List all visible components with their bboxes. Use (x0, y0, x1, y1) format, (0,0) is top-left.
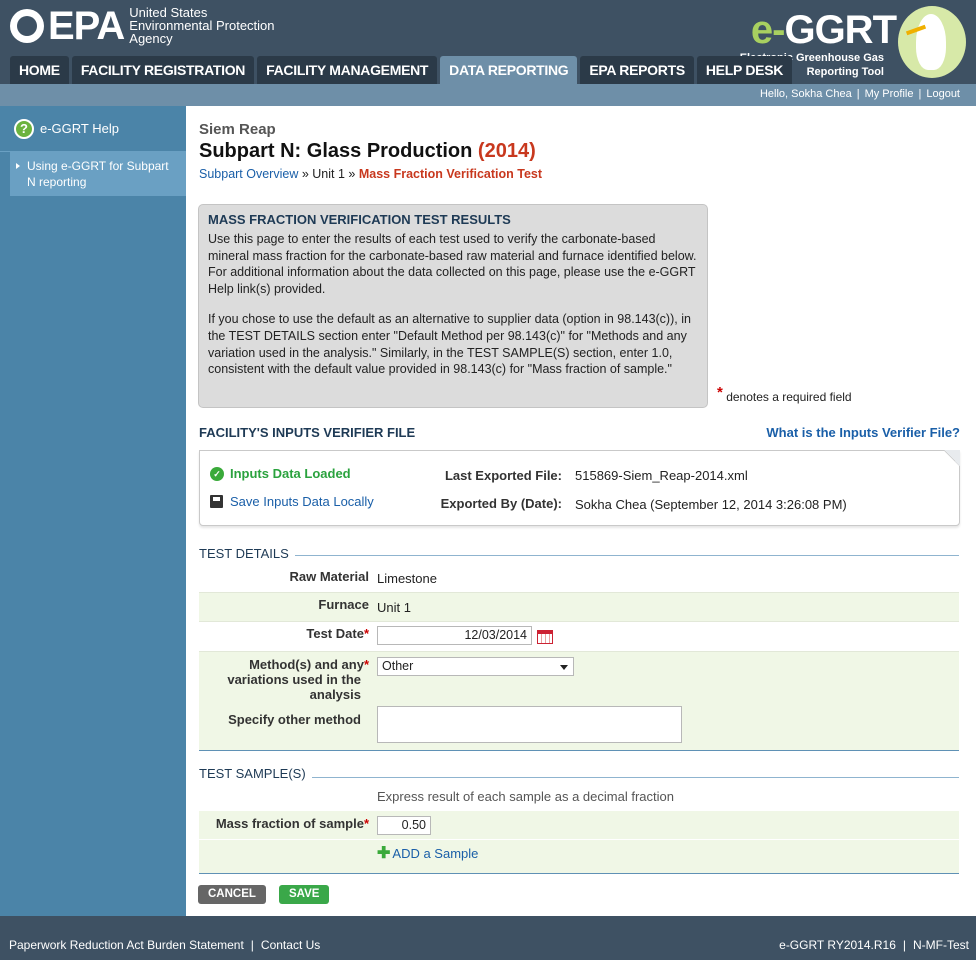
specify-other-method-label: Specify other method (228, 712, 361, 727)
verifier-section-title: FACILITY'S INPUTS VERIFIER FILE (199, 425, 416, 440)
epa-agency-name: United States Environmental Protection A… (129, 5, 275, 46)
test-date-row: Test Date* 12/03/2014 (199, 622, 959, 651)
help-label: e-GGRT Help (40, 121, 119, 136)
mass-fraction-input[interactable]: 0.50 (377, 816, 431, 835)
epa-logo[interactable]: EPA United States Environmental Protecti… (10, 3, 275, 48)
add-plus-icon: ✚ (377, 845, 391, 862)
epa-flower-icon (10, 8, 44, 43)
site-header: EPA United States Environmental Protecti… (0, 0, 976, 84)
test-date-label: Test Date* (306, 626, 369, 641)
cancel-button[interactable]: CANCEL (198, 885, 266, 904)
specify-other-method-textarea[interactable] (377, 706, 682, 743)
reporting-year: (2014) (477, 140, 536, 162)
inputs-loaded-status: ✓ Inputs Data Loaded (210, 466, 351, 481)
tab-facility-management[interactable]: FACILITY MANAGEMENT (257, 56, 438, 84)
sample-hint-row: Express result of each sample as a decim… (199, 785, 959, 810)
site-footer: Paperwork Reduction Act Burden Statement… (9, 938, 969, 952)
page-id: N-MF-Test (913, 938, 969, 952)
floppy-disk-icon (210, 495, 223, 508)
epa-wordmark: EPA (48, 3, 125, 48)
mass-fraction-label: Mass fraction of sample* (215, 816, 369, 831)
sidebar-item-subpart-n-help[interactable]: Using e-GGRT for Subpart N reporting (10, 152, 186, 196)
method-row: Method(s) and any* variations used in th… (199, 652, 959, 750)
sidebar: ? e-GGRT Help Using e-GGRT for Subpart N… (0, 106, 186, 916)
tab-home[interactable]: HOME (10, 56, 69, 84)
test-samples-heading: TEST SAMPLE(S) (199, 766, 312, 781)
tab-data-reporting[interactable]: DATA REPORTING (440, 56, 578, 84)
last-exported-label: Last Exported File: (444, 468, 562, 483)
facility-name: Siem Reap (199, 121, 276, 138)
eggrt-wordmark: e-GGRT (750, 8, 897, 52)
verifier-panel: ✓ Inputs Data Loaded Save Inputs Data Lo… (199, 450, 960, 526)
my-profile-link[interactable]: My Profile (865, 88, 914, 100)
raw-material-value: Limestone (377, 571, 437, 586)
logout-link[interactable]: Logout (926, 88, 960, 100)
furnace-row: Furnace Unit 1 (199, 593, 959, 621)
contact-us-link[interactable]: Contact Us (261, 938, 320, 952)
instructions-box: MASS FRACTION VERIFICATION TEST RESULTS … (198, 204, 708, 408)
last-exported-value: 515869-Siem_Reap-2014.xml (575, 468, 748, 483)
breadcrumb-unit: Unit 1 (312, 167, 345, 181)
calendar-icon[interactable] (537, 630, 553, 644)
raw-material-row: Raw Material Limestone (199, 565, 959, 592)
instructions-para-1: Use this page to enter the results of ea… (208, 232, 697, 296)
test-details-rule (199, 555, 959, 556)
help-question-icon: ? (14, 118, 34, 139)
save-button[interactable]: SAVE (279, 885, 329, 904)
instructions-para-2: If you chose to use the default as an al… (208, 312, 691, 377)
test-samples-rule (199, 777, 959, 778)
furnace-label: Furnace (318, 597, 369, 612)
user-greeting: Hello, Sokha Chea (759, 88, 852, 100)
sample-hint: Express result of each sample as a decim… (377, 789, 674, 804)
breadcrumb-current: Mass Fraction Verification Test (358, 167, 543, 181)
egret-icon (898, 6, 966, 78)
check-icon: ✓ (210, 466, 224, 481)
user-bar: Hello, Sokha Chea | My Profile | Logout (0, 84, 976, 106)
tab-epa-reports[interactable]: EPA REPORTS (580, 56, 694, 84)
save-inputs-link[interactable]: Save Inputs Data Locally (210, 494, 374, 509)
furnace-value: Unit 1 (377, 600, 411, 615)
inputs-verifier-help-link[interactable]: What is the Inputs Verifier File? (766, 425, 960, 440)
method-label: Method(s) and any* variations used in th… (227, 657, 369, 702)
main-content: Siem Reap Subpart N: Glass Production (2… (186, 106, 976, 916)
mass-fraction-row: Mass fraction of sample* 0.50 (199, 811, 959, 839)
help-header[interactable]: ? e-GGRT Help (0, 106, 186, 152)
breadcrumb-subpart-overview[interactable]: Subpart Overview (199, 167, 298, 181)
add-sample-row: ✚ ADD a Sample (199, 840, 959, 873)
exported-by-label: Exported By (Date): (440, 496, 562, 511)
tab-help-desk[interactable]: HELP DESK (696, 56, 793, 84)
app-version: e-GGRT RY2014.R16 (779, 938, 896, 952)
paperwork-link[interactable]: Paperwork Reduction Act Burden Statement (9, 938, 244, 952)
instructions-heading: MASS FRACTION VERIFICATION TEST RESULTS (208, 212, 511, 227)
raw-material-label: Raw Material (289, 569, 369, 584)
test-date-input[interactable]: 12/03/2014 (377, 626, 532, 645)
required-field-note: * denotes a required field (717, 384, 852, 404)
exported-by-value: Sokha Chea (September 12, 2014 3:26:08 P… (575, 497, 847, 512)
add-sample-link[interactable]: ✚ ADD a Sample (377, 845, 478, 862)
page-title: Subpart N: Glass Production (2014) (199, 140, 536, 162)
test-details-heading: TEST DETAILS (199, 546, 295, 561)
tab-facility-registration[interactable]: FACILITY REGISTRATION (71, 56, 255, 84)
breadcrumb: Subpart Overview » Unit 1 » Mass Fractio… (199, 167, 543, 181)
method-select[interactable]: Other (377, 657, 574, 676)
main-nav: HOME FACILITY REGISTRATION FACILITY MANA… (10, 56, 793, 84)
